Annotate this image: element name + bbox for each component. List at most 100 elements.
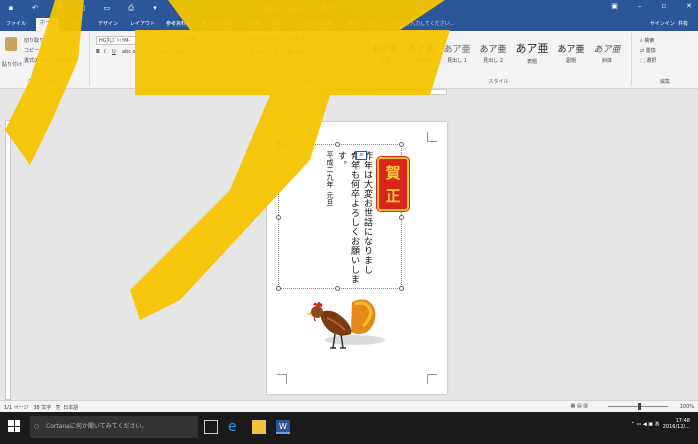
style-no-spacing[interactable]: あア亜 行間詰め — [404, 39, 438, 65]
windows-start-icon[interactable] — [8, 420, 20, 432]
style-heading-1[interactable]: あア亜 見出し 1 — [440, 39, 474, 65]
tab-design[interactable]: デザイン — [98, 20, 118, 27]
customize-toolbar-icon[interactable]: ▾ — [150, 3, 160, 13]
status-bar: 1/1 ページ 38 文字 ⎘ 日本語 ▦ ▤ ▥ 100% — [0, 400, 698, 412]
find-button[interactable]: ⌕ 検索 — [640, 37, 654, 44]
ribbon-display-options-icon[interactable]: ▣ — [611, 2, 618, 10]
open-icon[interactable]: ▭ — [102, 3, 112, 13]
task-view-icon[interactable] — [204, 420, 218, 434]
language-indicator[interactable]: 日本語 — [63, 405, 78, 411]
style-heading-2[interactable]: あア亜 見出し 2 — [476, 39, 510, 65]
stamp-char-sho: 正 — [385, 187, 401, 205]
grow-font-icon[interactable]: A˄ A˅ Aa▾ — [172, 36, 196, 42]
strikethrough-icon[interactable]: abc x₂ x² — [122, 49, 144, 55]
view-buttons-icon[interactable]: ▦ ▤ ▥ — [571, 403, 588, 409]
tab-insert[interactable]: 挿入 — [70, 20, 80, 27]
tab-file[interactable]: ファイル — [6, 20, 26, 27]
style-normal[interactable]: あア亜 標準 — [368, 39, 402, 65]
ribbon-tabs: ファイル ホーム 挿入 デザイン レイアウト 参考資料 差し込み文書 校閲 表示… — [0, 17, 698, 31]
resize-handle[interactable] — [399, 215, 404, 220]
margin-corner-top-left — [277, 132, 287, 142]
layout-options-icon[interactable]: ≡ — [356, 151, 367, 160]
rotate-handle[interactable] — [309, 130, 316, 137]
tab-references[interactable]: 参考資料 — [166, 20, 186, 27]
date-line: 平成二九年 元旦 — [326, 151, 334, 207]
signin-link[interactable]: サインイン — [650, 21, 675, 27]
maximize-button[interactable]: ▫ — [661, 2, 666, 10]
clipboard-group-label: クリップボード — [26, 79, 62, 85]
rooster-illustration — [306, 299, 385, 349]
font-name-select[interactable]: HG丸ｺﾞｼｯｸM- — [96, 36, 146, 45]
paste-button[interactable] — [4, 37, 18, 61]
tell-me-input[interactable]: 実行したい作業を入力してください... — [370, 20, 454, 27]
share-button[interactable]: 共有 — [678, 21, 688, 27]
editing-group-label: 編集 — [659, 79, 670, 85]
cortana-icon: ○ — [34, 423, 40, 430]
page-count[interactable]: 1/1 ページ — [4, 405, 29, 411]
font-color-icon[interactable]: A▾ — [162, 49, 168, 55]
tab-review[interactable]: 校閲 — [250, 20, 260, 27]
bold-button[interactable]: B — [96, 49, 100, 55]
minimize-button[interactable]: – — [638, 2, 642, 10]
print-preview-icon[interactable]: ⎙ — [126, 3, 136, 13]
tab-home[interactable]: ホーム — [36, 18, 59, 31]
editing-group: ⌕ 検索 ⇄ 置換 ⬚ 選択 編集 — [634, 33, 696, 86]
select-button[interactable]: ⬚ 選択 — [640, 57, 656, 64]
tab-view[interactable]: 表示 — [272, 20, 282, 27]
zoom-slider[interactable] — [608, 403, 668, 410]
font-size-select[interactable]: 12 — [150, 36, 166, 44]
resize-handle[interactable] — [276, 286, 281, 291]
vertical-ruler[interactable] — [5, 120, 11, 400]
proofing-icon[interactable]: ⎘ — [56, 405, 60, 411]
tab-layout[interactable]: レイアウト — [130, 20, 155, 27]
zoom-level[interactable]: 100% — [680, 404, 694, 410]
resize-handle[interactable] — [399, 142, 404, 147]
ruler-numbers: 2 4 6 8 10 12 14 16 18 20 22 24 — [290, 89, 417, 94]
tab-mailings[interactable]: 差し込み文書 — [202, 20, 232, 27]
word-count[interactable]: 38 文字 — [33, 405, 51, 411]
bullets-icon[interactable]: ☰▾ ☷▾ ☶▾ ⇤ ⇥ ✕▾ ⇅ ¶ — [250, 36, 305, 42]
zoom-slider-thumb[interactable] — [638, 403, 641, 410]
new-document-icon[interactable]: ▯ — [78, 3, 88, 13]
resize-handle[interactable] — [276, 142, 281, 147]
underline-button[interactable]: U — [112, 49, 116, 55]
style-title[interactable]: あア亜 表題 — [512, 39, 552, 65]
file-explorer-icon[interactable] — [252, 420, 266, 434]
format-painter-button[interactable]: 書式のコピー/貼り付け — [24, 57, 76, 64]
font-group-label: フォント — [157, 79, 178, 85]
window-title: 文書 2 - Word — [262, 6, 302, 13]
title-bar: ▪ ↶ ↷ ▯ ▭ ⎙ ▾ 文書 2 - Word 描画ツール ▣ – ▫ ✕ — [0, 0, 698, 17]
tray-icons[interactable]: ⌃ ▭ ◀ ▣ あ — [631, 422, 660, 428]
margin-corner-top-right — [427, 132, 437, 142]
paste-label: 貼り付け — [2, 62, 23, 68]
resize-handle[interactable] — [335, 142, 340, 147]
tab-postcard-printing[interactable]: はがき文面印刷 — [298, 20, 333, 27]
styles-group: あア亜 標準 あア亜 行間詰め あア亜 見出し 1 あア亜 見出し 2 あア亜 … — [366, 33, 632, 86]
style-subtitle[interactable]: あア亜 副題 — [554, 39, 588, 65]
edge-icon[interactable]: e — [228, 420, 242, 434]
highlight-icon[interactable]: ab▾ — [176, 49, 185, 55]
cortana-search-box[interactable]: ○ Cortanaに何か聞いてみてください。 — [30, 416, 198, 438]
undo-icon[interactable]: ↶ — [30, 3, 40, 13]
gashou-stamp: 賀 正 — [377, 157, 409, 211]
cut-button[interactable]: 切り取り — [24, 37, 44, 44]
align-icon[interactable]: ≡ ≡ ≡ ≡ ☰ ↕▾ ▥▾ ▦▾ — [250, 49, 304, 55]
close-button[interactable]: ✕ — [686, 2, 692, 10]
styles-group-label: スタイル — [488, 79, 509, 85]
stamp-char-ga: 賀 — [385, 164, 401, 182]
horizontal-ruler[interactable]: 2 4 6 8 10 12 14 16 18 20 22 24 — [267, 89, 447, 95]
replace-button[interactable]: ⇄ 置換 — [640, 47, 656, 54]
drawing-tools-context-label: 描画ツール — [314, 0, 354, 17]
save-icon[interactable]: ▪ — [6, 3, 16, 13]
clock-date[interactable]: 2016/12/... — [663, 424, 690, 430]
copy-button[interactable]: コピー — [24, 47, 39, 54]
tab-format[interactable]: 書式 — [348, 20, 358, 27]
resize-handle[interactable] — [399, 286, 404, 291]
style-emphasis[interactable]: あア亜 斜体 — [590, 39, 624, 65]
redo-icon[interactable]: ↷ — [54, 3, 64, 13]
word-taskbar-icon[interactable]: W — [276, 420, 290, 434]
italic-button[interactable]: I — [104, 49, 105, 55]
resize-handle[interactable] — [276, 215, 281, 220]
document-page[interactable]: 昨年は大変お世話になりました。 今年も何卒よろしくお願いします。 平成二九年 元… — [267, 122, 447, 394]
font-group: HG丸ｺﾞｼｯｸM- 12 A˄ A˅ Aa▾ B I U abc x₂ x² … — [92, 33, 244, 86]
